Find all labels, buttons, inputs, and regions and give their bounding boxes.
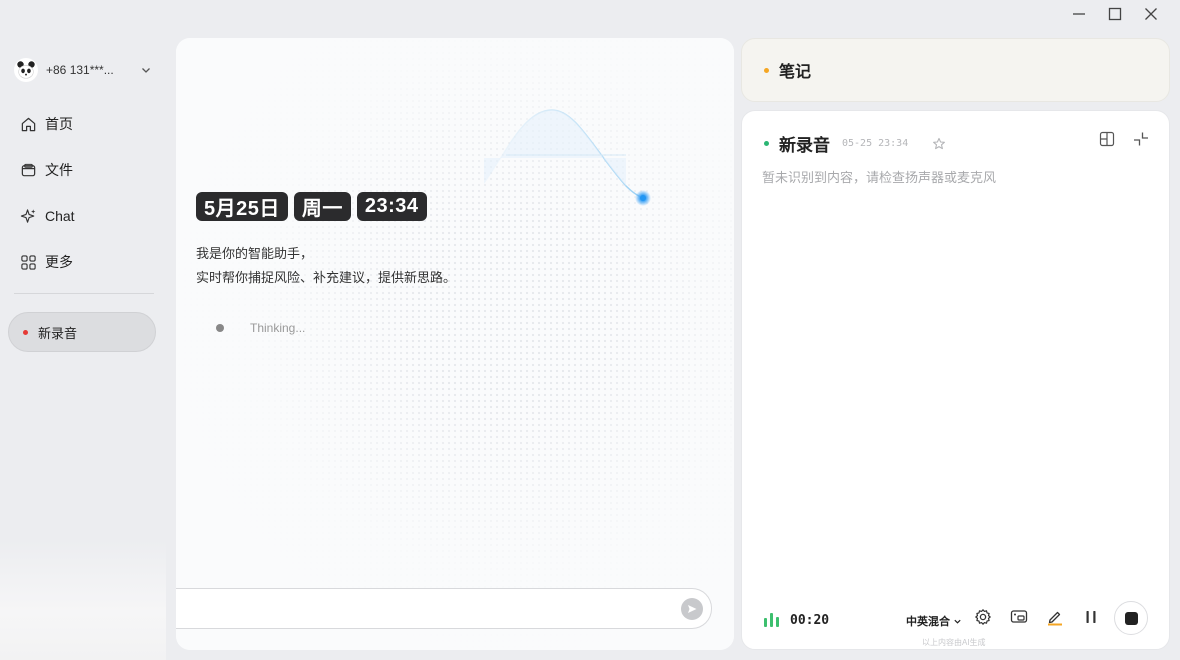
send-icon	[688, 605, 697, 613]
collapse-icon[interactable]	[1133, 131, 1149, 147]
minimize-icon	[1073, 13, 1085, 15]
assistant-greeting: 我是你的智能助手， 实时帮你捕捉风险、补充建议，提供新思路。	[196, 242, 456, 290]
recording-tools	[974, 608, 1100, 626]
recording-live-dot	[764, 141, 769, 146]
account-phone: +86 131***...	[46, 63, 114, 77]
language-select[interactable]: 中英混合	[906, 613, 962, 629]
star-icon[interactable]	[932, 137, 946, 151]
main-nav: 首页 文件 Chat 更多	[12, 108, 154, 292]
send-button[interactable]	[681, 598, 703, 620]
nav-item-label: 文件	[45, 162, 73, 178]
recording-header: 新录音 05-25 23:34	[764, 131, 946, 156]
grid-icon	[21, 254, 36, 270]
chat-input[interactable]	[176, 588, 712, 629]
notes-status-dot	[764, 67, 769, 73]
nav-item-chat[interactable]: Chat	[12, 200, 154, 232]
home-icon	[21, 117, 36, 131]
recording-toolbar: 00:20 中英混合	[742, 601, 1169, 641]
nav-item-label: 更多	[45, 254, 73, 270]
chevron-down-icon	[954, 619, 961, 624]
recording-header-actions	[1099, 131, 1149, 147]
thinking-indicator: Thinking...	[216, 321, 305, 335]
folder-icon	[21, 163, 36, 176]
maximize-icon	[1108, 7, 1122, 21]
date-chip: 5月25日	[196, 192, 288, 221]
maximize-button[interactable]	[1100, 4, 1130, 24]
nav-item-label: 首页	[45, 116, 73, 132]
greeting-line-2: 实时帮你捕捉风险、补充建议，提供新思路。	[196, 270, 457, 285]
minimize-button[interactable]	[1064, 4, 1094, 24]
notes-title: 笔记	[779, 64, 812, 81]
sidebar-divider	[14, 293, 154, 294]
sidebar-recording-item[interactable]: 新录音	[8, 312, 156, 352]
window-controls	[1064, 4, 1166, 24]
transcript-empty-hint: 暂未识别到内容，请检查扬声器或麦克风	[762, 170, 997, 185]
nav-item-home[interactable]: 首页	[12, 108, 154, 140]
split-layout-icon[interactable]	[1099, 131, 1115, 147]
thinking-dot	[216, 324, 224, 332]
voice-wave-graphic	[483, 109, 651, 206]
time-chip: 23:34	[356, 192, 427, 221]
thinking-label: Thinking...	[250, 321, 306, 335]
ai-generated-note: 以上内容由AI生成	[922, 638, 986, 647]
sparkle-icon	[20, 208, 36, 223]
date-time-row: 5月25日 周一 23:34	[196, 192, 427, 221]
highlighter-icon[interactable]	[1046, 608, 1064, 626]
sidebar-fade	[0, 540, 166, 660]
account-switcher[interactable]: +86 131***...	[14, 58, 152, 82]
recording-timestamp: 05-25 23:34	[842, 138, 909, 149]
recording-title[interactable]: 新录音	[779, 131, 830, 156]
close-icon	[1145, 8, 1157, 20]
stop-recording-button[interactable]	[1114, 601, 1148, 635]
chevron-down-icon	[142, 68, 150, 73]
notes-card[interactable]: 笔记	[741, 38, 1170, 102]
pause-icon[interactable]	[1082, 608, 1100, 626]
recording-status-dot	[23, 329, 28, 335]
audio-level-icon	[764, 613, 779, 627]
nav-item-files[interactable]: 文件	[12, 154, 154, 186]
nav-item-label: Chat	[45, 208, 75, 224]
recording-item-label: 新录音	[38, 325, 78, 341]
weekday-chip: 周一	[293, 192, 351, 221]
recording-timer: 00:20	[790, 613, 830, 628]
gear-icon[interactable]	[974, 608, 992, 626]
greeting-line-1: 我是你的智能助手，	[196, 246, 314, 261]
screen-capture-icon[interactable]	[1010, 608, 1028, 626]
sidebar: +86 131***... 首页 文件 Chat 更多 新录音	[0, 0, 166, 660]
recording-card: 新录音 05-25 23:34 暂未识别到内容，请检查扬声器或麦克风 00:20…	[741, 110, 1170, 650]
assistant-panel: 5月25日 周一 23:34 我是你的智能助手， 实时帮你捕捉风险、补充建议，提…	[176, 38, 734, 650]
nav-item-more[interactable]: 更多	[12, 246, 154, 278]
panda-avatar-icon	[14, 58, 38, 82]
language-label: 中英混合	[906, 616, 950, 628]
stop-icon	[1124, 611, 1138, 625]
close-button[interactable]	[1136, 4, 1166, 24]
